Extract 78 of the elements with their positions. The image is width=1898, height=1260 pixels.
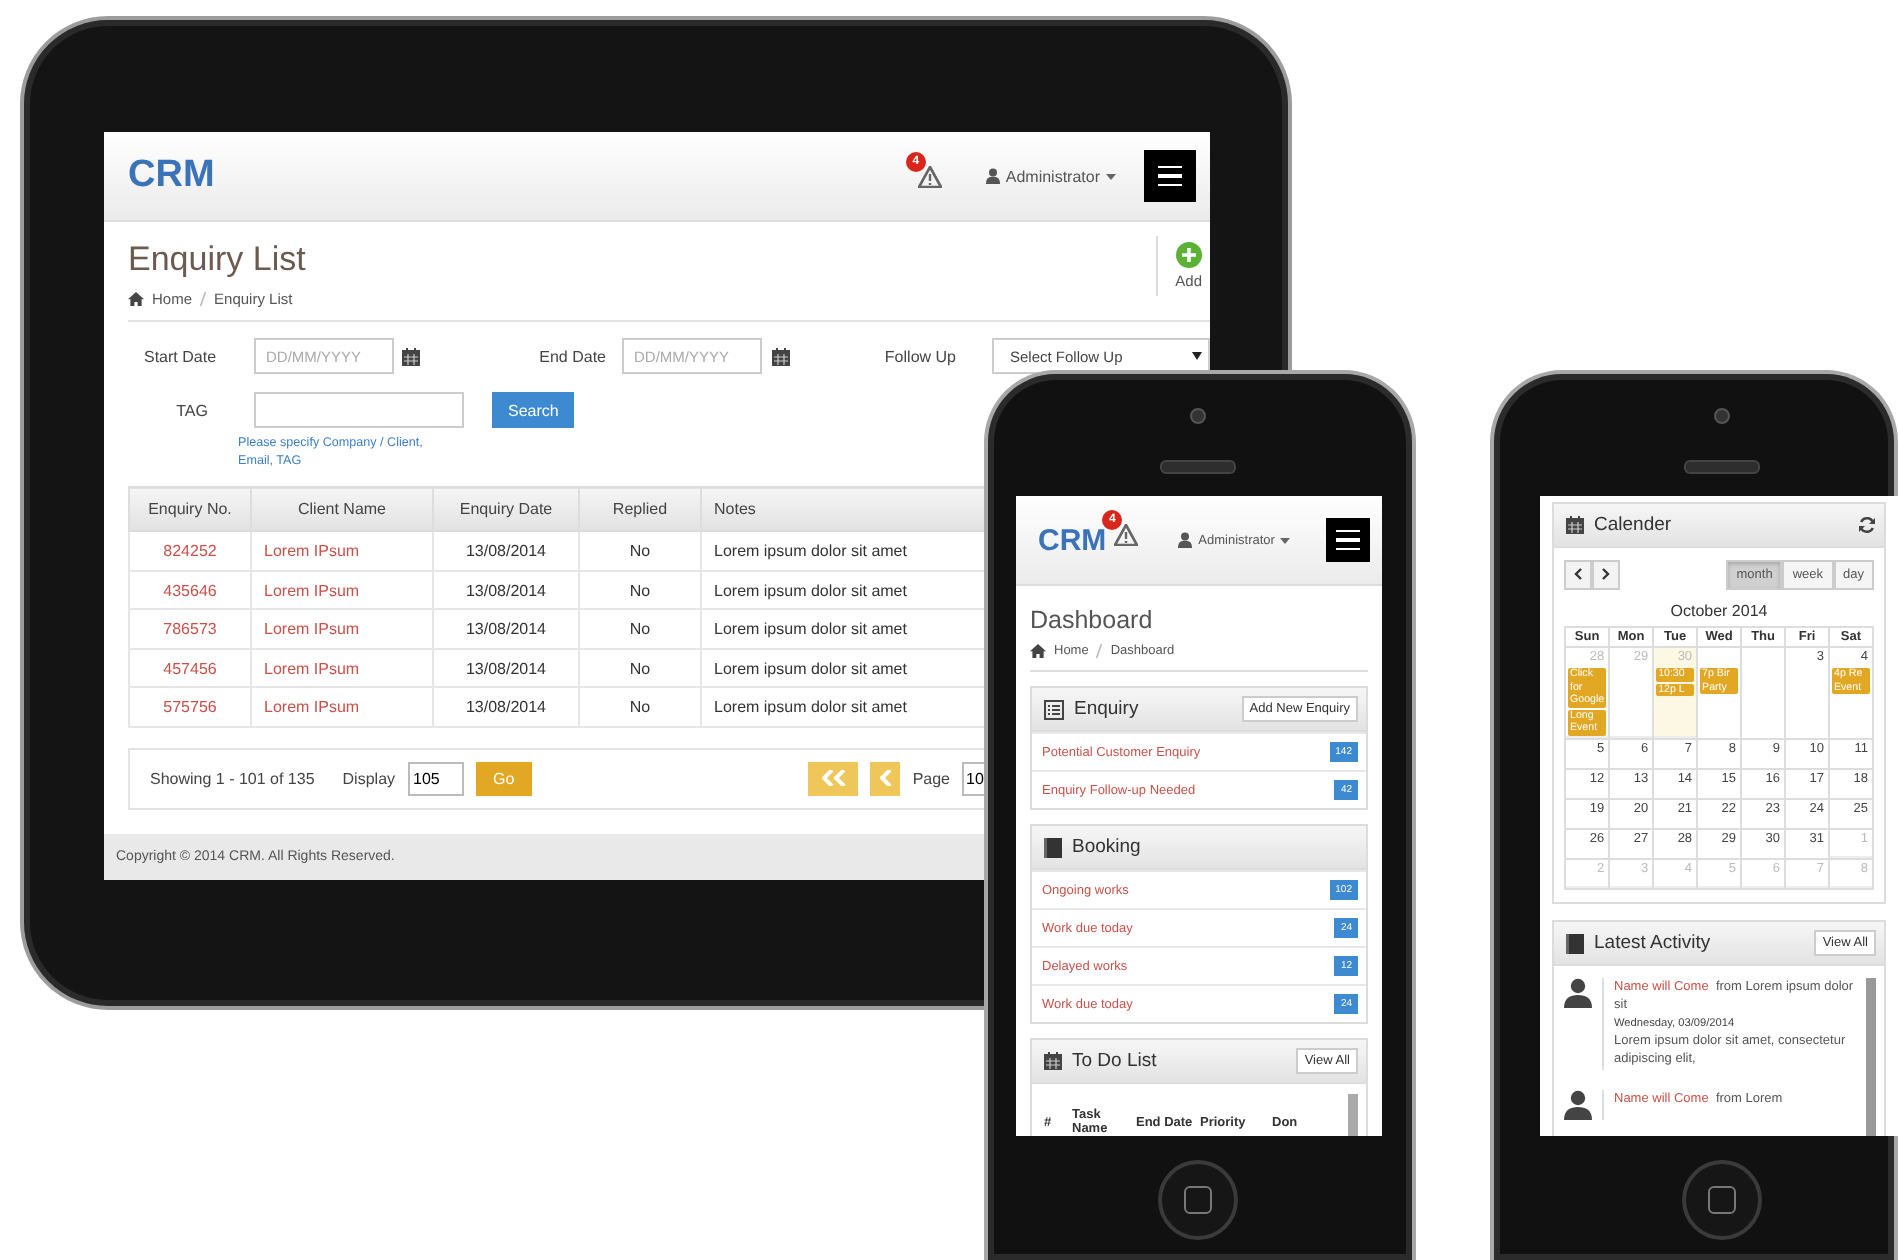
page-title: Dashboard [1030,606,1155,634]
previous-button[interactable] [1564,560,1592,590]
field-label: Page [912,769,950,788]
table-cell: 13/08/2014 [465,698,547,716]
table-cell: Lorem ipsum dolor sit amet [714,659,907,677]
table-cell: Lorem ipsum dolor sit amet [714,581,907,599]
table-cell: Lorem ipsum dolor sit amet [714,542,907,560]
table-cell: No [629,542,651,560]
page-size-field[interactable]: 105 [407,761,464,796]
list-icon [1044,699,1064,719]
user-silhouette-icon [1564,1089,1592,1120]
caret-icon [1106,173,1116,179]
calendar-day-cell[interactable] [1742,648,1787,741]
field-label: Follow Up [882,347,956,365]
next-button[interactable] [1592,560,1620,590]
home-icon [1030,644,1046,658]
column-header: Replied [579,487,701,532]
user-icon [1178,532,1193,548]
menu-button[interactable] [1144,150,1196,202]
breadcrumb-separator [200,292,207,306]
refresh-icon [1858,516,1876,534]
book-icon [1566,933,1584,954]
pagination-summary: Showing 1 - 101 of 135 [150,769,315,788]
calendar-icon [772,347,790,365]
search-button[interactable]: Search [492,392,575,428]
brand-logo[interactable]: CRM [128,154,215,198]
page-title: Enquiry List [128,240,306,280]
field-label: Start Date [144,347,219,365]
enquiry-number-link[interactable]: 457456 [163,659,217,677]
caret-icon [1192,352,1202,360]
table-cell: Lorem ipsum dolor sit amet [714,698,907,716]
chevron-left-icon [1574,567,1582,579]
panel-title: To Do List [1072,1050,1157,1072]
speaker-slot [1160,460,1236,474]
panel-title: Enquiry [1074,698,1139,720]
month-title: October 2014 [1668,602,1770,620]
user-icon [985,168,1000,184]
table-cell: No [629,620,651,638]
column-header: Enquiry No. [129,487,251,532]
table-cell: 13/08/2014 [465,620,547,638]
home-icon [128,292,144,306]
chevron-right-icon [1602,567,1610,579]
table-cell: No [629,698,651,716]
calendar-icon [402,347,420,365]
column-header: Client Name [251,487,433,532]
field-label: Display [342,769,396,788]
table-cell: 13/08/2014 [465,659,547,677]
book-icon [1044,837,1062,857]
table-cell: 13/08/2014 [465,581,547,599]
panel-title: Booking [1072,836,1141,858]
field-label: End Date [537,347,606,365]
table-cell: No [629,659,651,677]
enquiry-number-link[interactable]: 786573 [163,620,217,638]
user-menu[interactable]: Administrator [1005,167,1100,185]
plus-circle-icon [1175,242,1202,268]
panel-title: Calender [1594,514,1672,536]
chevron-left-icon [879,770,892,787]
table-cell: No [629,581,651,599]
user-silhouette-icon [1564,978,1592,1009]
breadcrumb-separator [1096,644,1103,658]
enquiry-number-link[interactable]: 435646 [163,581,217,599]
menu-button[interactable] [1326,518,1370,562]
speaker-slot [1684,460,1760,474]
caret-icon [1280,537,1291,543]
warning-icon [917,165,942,187]
calendar-icon [1044,1052,1062,1070]
enquiry-number-link[interactable]: 824252 [163,542,217,560]
double-chevron-left-icon [821,770,846,787]
calendar-icon [1566,516,1584,534]
column-header: Enquiry Date [433,487,579,532]
tag-field[interactable] [254,392,464,428]
table-cell: 13/08/2014 [465,542,547,560]
enquiry-number-link[interactable]: 575756 [163,698,217,716]
table-cell: Lorem ipsum dolor sit amet [714,620,907,638]
panel-title: Latest Activity [1594,932,1711,955]
field-label: TAG [174,401,210,419]
scrollbar [1348,1094,1358,1136]
warning-icon [1114,524,1139,546]
